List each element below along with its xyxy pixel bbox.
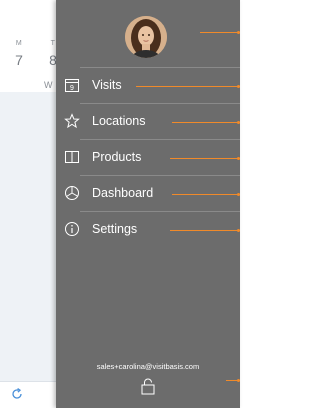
- divider: [80, 103, 240, 104]
- divider: [80, 175, 240, 176]
- menu-item-dashboard[interactable]: Dashboard: [56, 178, 240, 208]
- annotation-line: [226, 379, 240, 382]
- menu-label: Visits: [92, 78, 122, 92]
- menu-label: Products: [92, 150, 142, 164]
- info-icon: [64, 221, 80, 237]
- week-label: W: [44, 80, 53, 90]
- background-app: M 7 T 8 W: [0, 0, 57, 408]
- day-number: 7: [15, 52, 23, 68]
- annotation-line: [136, 85, 240, 88]
- annotation-line: [170, 229, 240, 232]
- pie-chart-icon: [64, 185, 80, 201]
- navigation-drawer: 9 Visits Locations Products Dashboard Se…: [56, 0, 240, 408]
- menu-label: Settings: [92, 222, 138, 236]
- menu-item-visits[interactable]: 9 Visits: [56, 70, 240, 100]
- day-of-week-label: M: [15, 40, 23, 47]
- annotation-line: [200, 31, 240, 34]
- avatar[interactable]: [125, 16, 167, 58]
- refresh-icon[interactable]: [10, 387, 24, 401]
- calendar-day-monday[interactable]: M 7: [10, 40, 28, 68]
- divider: [80, 67, 240, 68]
- menu-label: Dashboard: [92, 186, 154, 200]
- divider: [80, 211, 240, 212]
- bottom-toolbar: [0, 381, 56, 408]
- menu-label: Locations: [92, 114, 146, 128]
- divider: [80, 139, 240, 140]
- menu-item-settings[interactable]: Settings: [56, 214, 240, 244]
- svg-text:9: 9: [70, 85, 74, 92]
- user-email: sales+carolina@visitbasis.com: [96, 362, 200, 371]
- lock-icon[interactable]: [140, 377, 156, 395]
- book-icon: [64, 149, 80, 165]
- calendar-icon: 9: [64, 77, 80, 93]
- menu-item-locations[interactable]: Locations: [56, 106, 240, 136]
- annotation-line: [172, 193, 240, 196]
- annotation-line: [170, 157, 240, 160]
- menu-item-products[interactable]: Products: [56, 142, 240, 172]
- calendar-header: M 7 T 8 W: [0, 0, 57, 92]
- star-icon: [64, 113, 80, 129]
- annotation-line: [172, 121, 240, 124]
